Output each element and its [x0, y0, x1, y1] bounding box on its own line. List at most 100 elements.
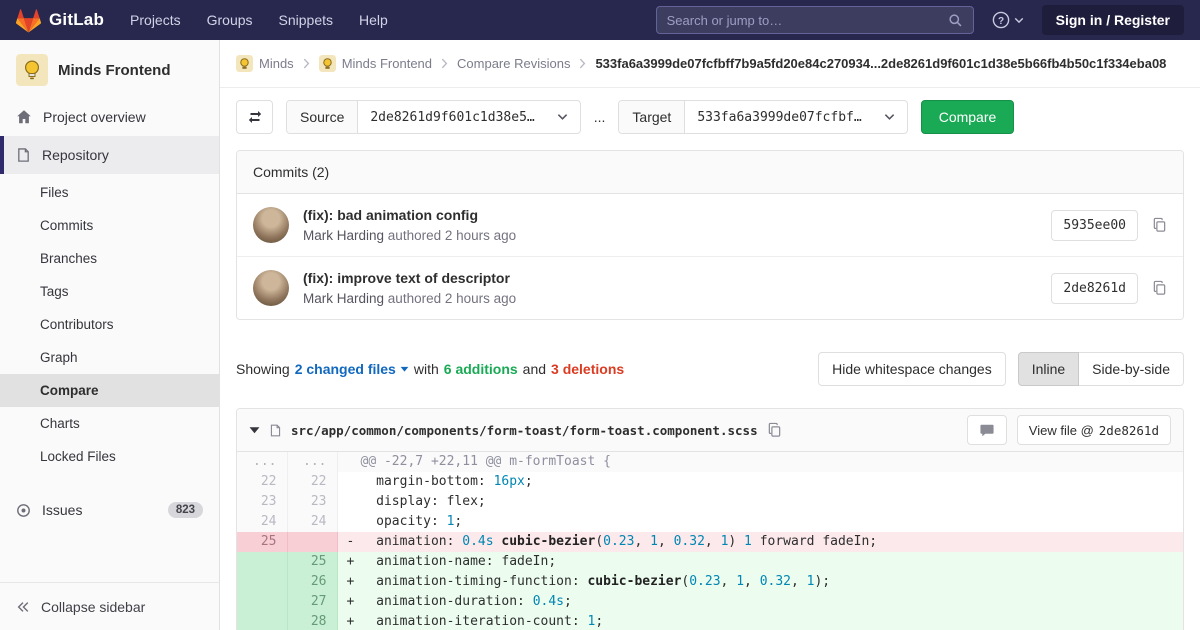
diff-new-line-number[interactable]: 22 — [287, 472, 337, 492]
diff-code-cell: display: flex; — [337, 492, 1183, 512]
diff-old-line-number[interactable] — [237, 572, 287, 592]
source-label: Source — [287, 101, 358, 133]
sign-in-button[interactable]: Sign in / Register — [1042, 5, 1184, 35]
target-label: Target — [619, 101, 685, 133]
top-navbar: GitLab Projects Groups Snippets Help ? — [0, 0, 1200, 40]
diff-line-marker — [347, 452, 361, 472]
target-ref-dropdown[interactable]: 533fa6a3999de07fcfbf… — [685, 101, 906, 133]
diff-old-line-number[interactable]: 25 — [237, 532, 287, 552]
diff-line-ctx: 2323 display: flex; — [237, 492, 1183, 512]
target-ref-group: Target 533fa6a3999de07fcfbf… — [618, 100, 907, 134]
sidebar-item-tags[interactable]: Tags — [0, 275, 219, 308]
diff-new-line-number[interactable]: 23 — [287, 492, 337, 512]
diff-old-line-number[interactable] — [237, 612, 287, 630]
commit-author-avatar[interactable] — [253, 207, 289, 243]
source-ref-dropdown[interactable]: 2de8261d9f601c1d38e5… — [358, 101, 579, 133]
sidebar-item-charts[interactable]: Charts — [0, 407, 219, 440]
diff-line-hunk: ...... @@ -22,7 +22,11 @@ m-formToast { — [237, 452, 1183, 472]
search-icon[interactable] — [948, 13, 963, 28]
hide-whitespace-button[interactable]: Hide whitespace changes — [818, 352, 1006, 386]
sidebar-item-project-overview[interactable]: Project overview — [0, 98, 219, 136]
global-search[interactable] — [656, 6, 974, 34]
commit-sha-button[interactable]: 2de8261d — [1051, 273, 1138, 304]
diff-new-line-number[interactable]: 24 — [287, 512, 337, 532]
diff-new-line-number[interactable]: 25 — [287, 552, 337, 572]
changed-files-dropdown[interactable]: 2 changed files — [295, 361, 409, 377]
commit-author-link[interactable]: Mark Harding — [303, 291, 384, 306]
swap-icon — [247, 109, 263, 125]
sidebar-item-graph[interactable]: Graph — [0, 341, 219, 374]
diff-new-line-number[interactable]: 27 — [287, 592, 337, 612]
diff-code-cell: @@ -22,7 +22,11 @@ m-formToast { — [337, 452, 1183, 472]
search-input[interactable] — [667, 13, 948, 28]
nav-projects[interactable]: Projects — [130, 12, 181, 28]
toggle-comments-button[interactable] — [967, 415, 1007, 445]
repository-subnav: FilesCommitsBranchesTagsContributorsGrap… — [0, 174, 219, 477]
commit-authored-time: authored 2 hours ago — [388, 228, 516, 243]
sidebar-item-files[interactable]: Files — [0, 176, 219, 209]
diff-new-line-number[interactable]: 26 — [287, 572, 337, 592]
collapse-diff-caret-icon[interactable] — [249, 426, 260, 434]
commit-title-link[interactable]: (fix): bad animation config — [303, 207, 1037, 223]
sidebar-item-repository[interactable]: Repository — [0, 136, 219, 174]
sidebar-item-label: Repository — [42, 147, 109, 163]
project-avatar — [16, 54, 48, 86]
copy-sha-button[interactable] — [1152, 280, 1167, 296]
collapse-sidebar-button[interactable]: Collapse sidebar — [0, 582, 219, 630]
commits-panel: Commits (2) (fix): bad animation config … — [236, 150, 1184, 320]
commit-author-avatar[interactable] — [253, 270, 289, 306]
breadcrumb-project[interactable]: Minds Frontend — [319, 55, 432, 72]
diff-old-line-number[interactable]: 22 — [237, 472, 287, 492]
diff-stats-bar: Showing 2 changed files with 6 additions… — [236, 352, 1184, 386]
nav-groups[interactable]: Groups — [207, 12, 253, 28]
diff-old-line-number[interactable] — [237, 552, 287, 572]
diff-old-line-number[interactable]: 24 — [237, 512, 287, 532]
view-file-button[interactable]: View file @ 2de8261d — [1017, 415, 1171, 445]
diff-new-line-number[interactable]: 28 — [287, 612, 337, 630]
sidebar-item-label: Project overview — [43, 109, 146, 125]
sidebar: Minds Frontend Project overview Reposito… — [0, 40, 220, 630]
commit-meta: Mark Harding authored 2 hours ago — [303, 291, 1037, 306]
sidebar-item-branches[interactable]: Branches — [0, 242, 219, 275]
commit-title-link[interactable]: (fix): improve text of descriptor — [303, 270, 1037, 286]
nav-help[interactable]: Help — [359, 12, 388, 28]
compare-button[interactable]: Compare — [921, 100, 1015, 134]
help-menu[interactable]: ? — [992, 11, 1024, 29]
gitlab-home-link[interactable]: GitLab — [16, 8, 104, 33]
diff-line-marker — [347, 472, 361, 492]
diff-line-add: 26+ animation-timing-function: cubic-bez… — [237, 572, 1183, 592]
swap-revisions-button[interactable] — [236, 100, 273, 134]
commit-sha-button[interactable]: 5935ee00 — [1051, 210, 1138, 241]
diff-old-line-number[interactable]: 23 — [237, 492, 287, 512]
inline-view-button[interactable]: Inline — [1018, 352, 1079, 386]
diff-stats-text: with — [414, 361, 439, 377]
breadcrumb-page[interactable]: Compare Revisions — [457, 56, 570, 71]
diff-new-line-number[interactable] — [287, 532, 337, 552]
diff-old-line-number[interactable] — [237, 592, 287, 612]
comment-icon — [979, 423, 995, 438]
chevron-right-icon — [441, 58, 448, 69]
nav-snippets[interactable]: Snippets — [279, 12, 333, 28]
diff-file-header: src/app/common/components/form-toast/for… — [237, 409, 1183, 452]
diff-old-line-number: ... — [237, 452, 287, 472]
issues-count-badge: 823 — [168, 502, 203, 518]
diff-file-path[interactable]: src/app/common/components/form-toast/for… — [291, 423, 758, 438]
compare-form: Source 2de8261d9f601c1d38e5… ... Target … — [236, 100, 1184, 134]
copy-sha-button[interactable] — [1152, 217, 1167, 233]
chevron-down-icon — [884, 113, 895, 121]
question-icon: ? — [992, 11, 1010, 29]
diff-table: ...... @@ -22,7 +22,11 @@ m-formToast {2… — [237, 452, 1183, 630]
document-icon — [16, 147, 31, 163]
copy-path-button[interactable] — [767, 422, 782, 438]
side-by-side-view-button[interactable]: Side-by-side — [1079, 352, 1184, 386]
main-content: Minds Minds Frontend Compare Revisions 5… — [220, 40, 1200, 630]
sidebar-item-issues[interactable]: Issues 823 — [0, 491, 219, 529]
breadcrumb-page-label: Compare Revisions — [457, 56, 570, 71]
commit-author-link[interactable]: Mark Harding — [303, 228, 384, 243]
breadcrumb-group[interactable]: Minds — [236, 55, 294, 72]
sidebar-item-compare[interactable]: Compare — [0, 374, 219, 407]
sidebar-item-commits[interactable]: Commits — [0, 209, 219, 242]
sidebar-item-locked-files[interactable]: Locked Files — [0, 440, 219, 473]
project-header[interactable]: Minds Frontend — [0, 40, 219, 98]
sidebar-item-contributors[interactable]: Contributors — [0, 308, 219, 341]
